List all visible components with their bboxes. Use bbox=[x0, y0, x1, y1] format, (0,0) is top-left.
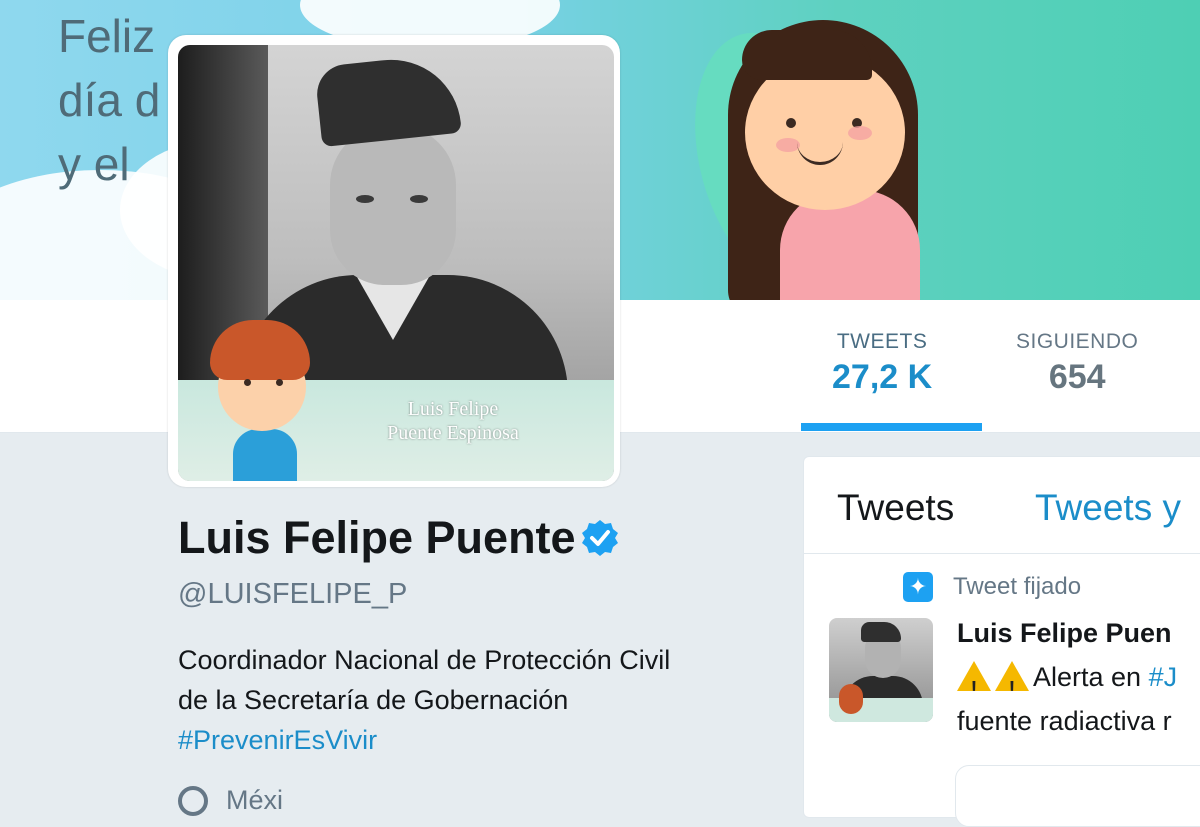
boy-illustration-body bbox=[233, 429, 297, 481]
tweet-author-avatar[interactable] bbox=[829, 618, 933, 722]
illustration-girl-bangs bbox=[742, 30, 872, 80]
profile-bio: Coordinador Nacional de Protección Civil… bbox=[178, 640, 670, 760]
location-pin-icon bbox=[178, 785, 208, 816]
location-text: Méxi bbox=[226, 785, 284, 815]
illustration-eye bbox=[244, 379, 251, 386]
tweets-stat[interactable]: TWEETS 27,2 K bbox=[832, 330, 932, 397]
illustration-eye bbox=[786, 118, 796, 128]
profile-handle[interactable]: @LUISFELIPE_P bbox=[178, 578, 407, 611]
pin-icon: ✦ bbox=[903, 572, 933, 602]
tweet-text-fragment: Alerta en bbox=[1033, 662, 1149, 692]
verified-badge-icon bbox=[581, 520, 618, 556]
photo-eye bbox=[356, 195, 374, 203]
thumb-boy bbox=[839, 684, 863, 714]
profile-name-row: Luis Felipe Puente bbox=[178, 512, 620, 564]
warning-icon bbox=[957, 661, 991, 691]
illustration-eye bbox=[276, 379, 283, 386]
avatar-caption: Luis Felipe Puente Espinosa bbox=[353, 397, 553, 445]
quoted-media-box[interactable] bbox=[955, 765, 1200, 827]
banner-text: Feliz día d y el bbox=[58, 10, 161, 190]
warning-icon bbox=[995, 661, 1029, 691]
bio-hashtag-link[interactable]: #PrevenirEsVivir bbox=[178, 720, 670, 760]
tweets-stat-value: 27,2 K bbox=[832, 358, 933, 396]
profile-name[interactable]: Luis Felipe Puente bbox=[178, 512, 576, 564]
timeline-tabs: Tweets Tweets y bbox=[804, 457, 1200, 554]
thumb-cap bbox=[861, 622, 901, 642]
bio-line: de la Secretaría de Gobernación bbox=[178, 685, 569, 715]
photo-cap bbox=[314, 52, 462, 148]
tweets-stat-label: TWEETS bbox=[836, 330, 928, 353]
tab-tweets-and-replies[interactable]: Tweets y bbox=[1035, 487, 1181, 529]
pinned-tweet-text: Tweet fijado bbox=[953, 573, 1082, 600]
pinned-tweet-label: ✦ Tweet fijado bbox=[903, 572, 1081, 602]
tweet-hashtag-link[interactable]: #J bbox=[1149, 662, 1178, 692]
tab-tweets[interactable]: Tweets bbox=[837, 487, 954, 529]
avatar-caption-line1: Luis Felipe bbox=[407, 398, 499, 420]
following-stat-value: 654 bbox=[1048, 358, 1106, 396]
illustration-cheek bbox=[848, 126, 872, 140]
photo-face bbox=[330, 125, 456, 285]
bio-line: Coordinador Nacional de Protección Civil bbox=[178, 645, 671, 675]
profile-location: Méxi bbox=[178, 785, 283, 816]
tweet-author-name[interactable]: Luis Felipe Puen bbox=[957, 618, 1172, 649]
tweet-text-line2: fuente radiactiva r bbox=[957, 706, 1172, 736]
active-tab-indicator bbox=[801, 423, 982, 431]
tweet-text-line1: Alerta en #J bbox=[957, 655, 1177, 699]
avatar-caption-line2: Puente Espinosa bbox=[387, 422, 519, 444]
profile-avatar[interactable]: Luis Felipe Puente Espinosa bbox=[178, 45, 614, 481]
following-stat-label: SIGUIENDO bbox=[1016, 330, 1139, 353]
photo-eye bbox=[410, 195, 428, 203]
tweet-text: Alerta en #J fuente radiactiva r bbox=[957, 655, 1177, 743]
following-stat[interactable]: SIGUIENDO 654 bbox=[1016, 330, 1138, 397]
